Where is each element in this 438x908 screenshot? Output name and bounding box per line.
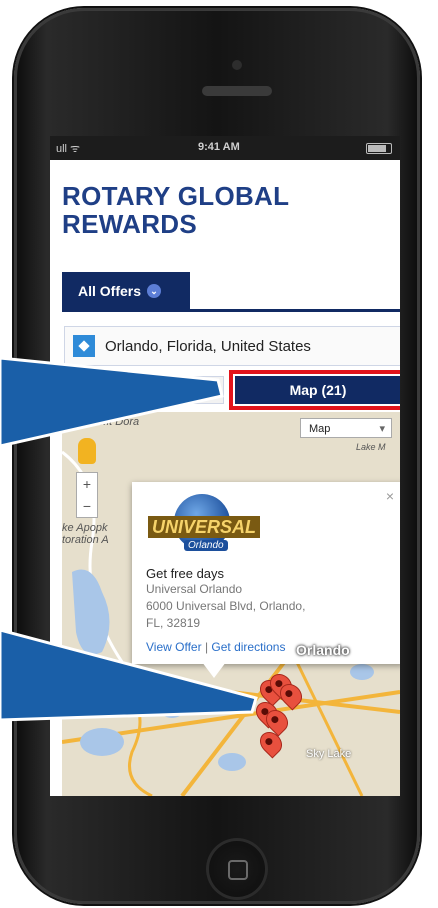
location-icon: [73, 335, 95, 357]
battery-icon: [366, 143, 392, 154]
signal-icon: ull ᯤ: [56, 143, 81, 155]
chevron-down-icon[interactable]: ⌄: [147, 284, 162, 298]
map-view[interactable]: Mt Dora Lake M + − ke Apopk toration A M…: [62, 412, 400, 796]
brand-title: ROTARY GLOBAL REWARDS: [62, 182, 289, 238]
map-label-lake-2: toration A: [62, 534, 109, 546]
offer-name: Universal Orlando: [146, 582, 243, 596]
logo-text: UNIVERSAL: [148, 516, 260, 538]
logo-subtext: Orlando: [184, 540, 228, 551]
location-value: Orlando, Florida, United States: [105, 337, 311, 355]
view-offer-link[interactable]: View Offer: [146, 640, 202, 654]
home-square-icon: [228, 860, 248, 880]
offer-address-2: FL, 32819: [146, 616, 201, 630]
location-field[interactable]: Orlando, Florida, United States: [64, 326, 400, 366]
universal-logo: UNIVERSAL Orlando: [146, 494, 266, 560]
zoom-control: + −: [76, 472, 98, 518]
app-screen: ull ᯤ 9:41 AM ROTARY GLOBAL REWARDS All …: [50, 136, 400, 796]
offer-links: View Offer | Get directions: [146, 640, 390, 654]
list-view-button[interactable]: (21): [64, 376, 224, 404]
speaker-grille: [202, 86, 272, 96]
popup-tail: [202, 662, 226, 678]
map-label-lake: ke Apopk: [62, 522, 108, 534]
map-label-top: Mt Dora: [100, 416, 140, 428]
map-label-orlando: Orlando: [296, 642, 350, 658]
map-label-top-right: Lake M: [356, 442, 386, 452]
zoom-out-button[interactable]: −: [77, 495, 97, 517]
offer-title: Get free days: [146, 566, 225, 581]
tab-underline: [62, 309, 400, 312]
map-view-button[interactable]: Map (21): [229, 370, 400, 410]
camera-icon: [232, 60, 242, 70]
status-time: 9:41 AM: [198, 141, 240, 153]
tab-all-offers[interactable]: All Offers ⌄: [62, 272, 190, 310]
zoom-in-button[interactable]: +: [77, 473, 97, 495]
brand-line-2: REWARDS: [62, 209, 197, 239]
home-button[interactable]: [206, 838, 268, 900]
brand-line-1: ROTARY GLOBAL: [62, 181, 290, 211]
street-view-pegman-icon[interactable]: [78, 438, 96, 464]
offer-popup: × UNIVERSAL Orlando Get free days Univer…: [132, 482, 400, 664]
tab-label: All Offers: [78, 283, 142, 299]
offer-address-1: 6000 Universal Blvd, Orlando,: [146, 599, 306, 613]
link-separator: |: [204, 640, 209, 654]
status-bar: ull ᯤ 9:41 AM: [50, 136, 400, 160]
view-toggle: (21) Map (21): [64, 370, 400, 410]
close-icon[interactable]: ×: [386, 488, 394, 504]
map-type-select[interactable]: Map: [300, 418, 392, 439]
get-directions-link[interactable]: Get directions: [211, 640, 285, 654]
map-label-skylake: Sky Lake: [306, 748, 352, 760]
